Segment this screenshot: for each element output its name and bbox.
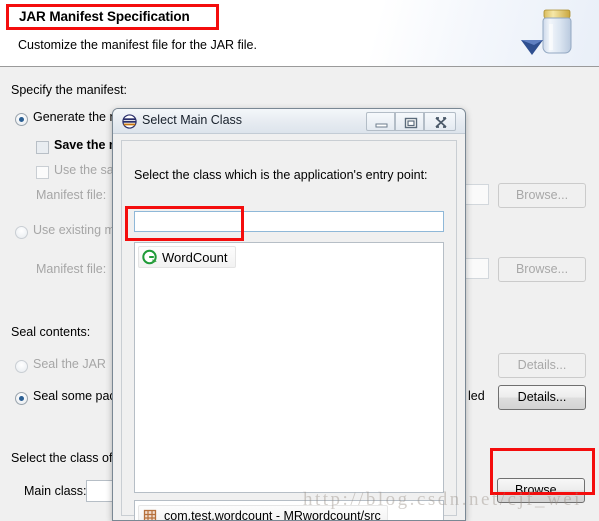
package-icon (143, 509, 157, 520)
manifest-file-input-1[interactable] (462, 184, 489, 205)
radio-seal-some-packages[interactable] (15, 392, 28, 405)
manifest-file-label-2: Manifest file: (36, 262, 107, 276)
checkbox-use-saved-manifest[interactable] (36, 166, 49, 179)
dialog-client-area: Select the class which is the applicatio… (113, 134, 465, 520)
dialog-titlebar[interactable]: Select Main Class (113, 109, 465, 134)
jar-bottle-icon (521, 9, 572, 55)
radio-use-existing-manifest[interactable] (15, 226, 28, 239)
main-class-label: Main class: (24, 484, 87, 498)
sealed-status-text: led (468, 389, 485, 403)
wizard-header: JAR Manifest Specification Customize the… (0, 0, 599, 67)
qualifier-item-label: com.test.wordcount - MRwordcount/src (164, 508, 381, 521)
dialog-title: Select Main Class (142, 113, 243, 127)
radio-seal-jar-label: Seal the JAR (33, 357, 106, 371)
list-item-label: WordCount (162, 249, 228, 265)
dialog-inner-panel: Select the class which is the applicatio… (121, 140, 457, 520)
java-class-icon (122, 114, 137, 129)
details-button-2[interactable]: Details... (498, 385, 586, 410)
manifest-file-label-1: Manifest file: (36, 188, 107, 202)
minimize-icon[interactable] (366, 112, 395, 131)
details-button-1[interactable]: Details... (498, 353, 586, 378)
checkbox-save-manifest[interactable] (36, 141, 49, 154)
qualifier-list[interactable]: com.test.wordcount - MRwordcount/src (134, 500, 444, 521)
radio-seal-jar[interactable] (15, 360, 28, 373)
browse-button-1[interactable]: Browse... (498, 183, 586, 208)
page-subtitle: Customize the manifest file for the JAR … (18, 38, 257, 52)
browse-main-class-button[interactable]: Browse... (497, 478, 585, 503)
close-icon[interactable] (424, 112, 456, 131)
class-filter-input[interactable] (134, 211, 444, 232)
restore-icon[interactable] (395, 112, 424, 131)
qualifier-list-item[interactable]: com.test.wordcount - MRwordcount/src (138, 505, 388, 521)
browse-button-2[interactable]: Browse... (498, 257, 586, 282)
radio-generate-manifest[interactable] (15, 113, 28, 126)
green-class-icon (142, 249, 157, 264)
select-main-class-dialog: Select Main Class Select the class which… (112, 108, 466, 521)
manifest-file-input-2[interactable] (462, 258, 489, 279)
list-item[interactable]: WordCount (138, 246, 236, 268)
matching-classes-list[interactable]: WordCount (134, 242, 444, 493)
specify-manifest-heading: Specify the manifest: (11, 83, 128, 97)
seal-contents-heading: Seal contents: (11, 325, 91, 339)
page-title: JAR Manifest Specification (19, 9, 190, 24)
page-title-highlight: JAR Manifest Specification (6, 4, 219, 30)
dialog-prompt-label: Select the class which is the applicatio… (134, 168, 428, 182)
